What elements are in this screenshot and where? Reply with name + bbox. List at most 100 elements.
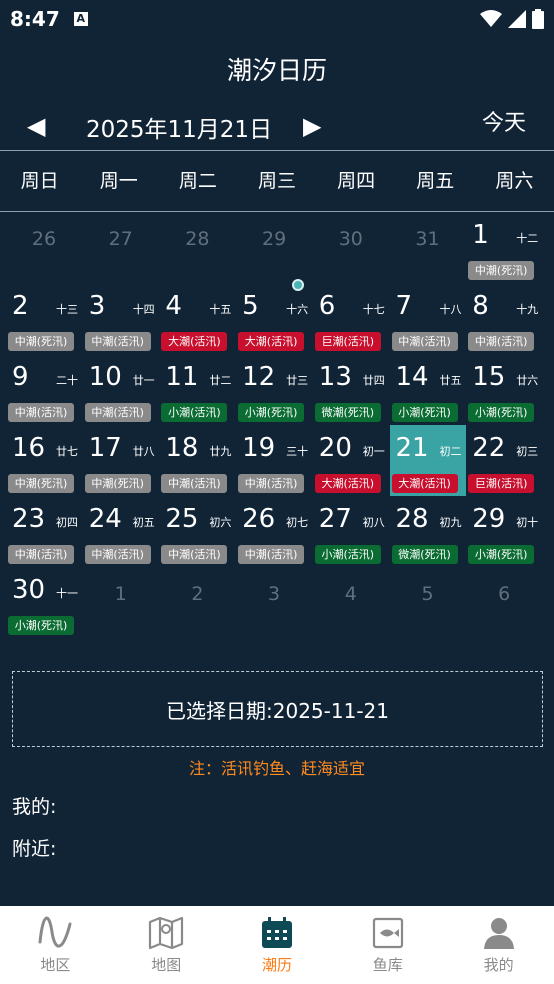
event-dot-icon	[292, 279, 305, 291]
bottom-tab-bar: 地区 地图 潮历 鱼库 我的	[0, 906, 554, 984]
calendar-day-other-month[interactable]: 27	[83, 212, 159, 283]
day-number: 27	[318, 504, 352, 534]
calendar-day[interactable]: 24 初五 中潮(活汛)	[83, 496, 159, 567]
signal-icon	[508, 10, 526, 28]
calendar-day-other-month[interactable]: 6	[466, 567, 542, 638]
day-number: 14	[395, 362, 429, 392]
tab-calendar[interactable]: 潮历	[222, 906, 333, 984]
prev-day-button[interactable]: ◀	[27, 112, 45, 140]
day-number: 22	[472, 433, 506, 463]
calendar-day[interactable]: 29 初十 小潮(死汛)	[466, 496, 542, 567]
calendar-day[interactable]: 15 廿六 小潮(死汛)	[466, 354, 542, 425]
calendar-day[interactable]: 30 十一 小潮(死汛)	[6, 567, 82, 638]
tide-badge: 大潮(活汛)	[314, 474, 381, 493]
calendar-day[interactable]: 10 廿一 中潮(活汛)	[83, 354, 159, 425]
calendar-day[interactable]: 27 初八 小潮(活汛)	[313, 496, 389, 567]
lunar-date: 十八	[439, 303, 462, 316]
calendar-grid: 26 27 28 29 30 31 1 十二 中潮(死汛) 2 十三 中潮(死汛) 3 十四 中潮(活汛) 4…	[0, 212, 554, 646]
lunar-date: 十九	[516, 303, 539, 316]
tide-badge: 中潮(死汛)	[8, 332, 74, 351]
lunar-date: 初七	[286, 516, 309, 529]
calendar-day[interactable]: 8 十九 中潮(活汛)	[466, 283, 542, 354]
calendar-day[interactable]: 9 二十 中潮(活汛)	[6, 354, 82, 425]
calendar-day[interactable]: 20 初一 大潮(活汛)	[313, 425, 389, 496]
calendar-day-other-month[interactable]: 31	[390, 212, 466, 283]
calendar-day-other-month[interactable]: 29	[236, 212, 312, 283]
calendar-day-other-month[interactable]: 1	[83, 567, 159, 638]
calendar-day[interactable]: 2 十三 中潮(死汛)	[6, 283, 82, 354]
tide-badge: 大潮(活汛)	[391, 474, 458, 493]
calendar-day[interactable]: 23 初四 中潮(活汛)	[6, 496, 82, 567]
lunar-date: 初三	[516, 445, 539, 458]
tab-mine[interactable]: 我的	[443, 906, 554, 984]
selected-date-box: 已选择日期:2025-11-21	[12, 671, 543, 747]
calendar-day[interactable]: 25 初六 中潮(活汛)	[159, 496, 235, 567]
calendar-day[interactable]: 18 廿九 中潮(活汛)	[159, 425, 235, 496]
day-number: 4	[165, 291, 182, 321]
day-number: 26	[242, 504, 276, 534]
calendar-day[interactable]: 28 初九 微潮(死汛)	[390, 496, 466, 567]
tide-badge: 中潮(活汛)	[8, 403, 74, 422]
lunar-date: 廿七	[56, 445, 78, 458]
calendar-day[interactable]: 5 十六 大潮(活汛)	[236, 279, 312, 354]
day-number: 10	[88, 362, 122, 392]
calendar-day-other-month[interactable]: 28	[159, 212, 235, 283]
day-number: 24	[88, 504, 122, 534]
day-number: 28	[185, 228, 210, 250]
date-navigator: ◀ 2025年11月21日 ▶ 今天	[0, 102, 554, 150]
lunar-date: 初一	[362, 445, 385, 458]
calendar-day[interactable]: 7 十八 中潮(活汛)	[390, 283, 466, 354]
calendar-day-other-month[interactable]: 4	[313, 567, 389, 638]
calendar-day[interactable]: 1 十二 中潮(死汛)	[466, 212, 542, 283]
day-number: 18	[165, 433, 199, 463]
tide-note: 注：活讯钓鱼、赶海适宜	[188, 759, 365, 778]
calendar-day-other-month[interactable]: 26	[6, 212, 82, 283]
day-number: 28	[395, 504, 429, 534]
tab-map[interactable]: 地图	[111, 906, 222, 984]
lunar-date: 二十	[56, 374, 78, 387]
calendar-day-selected[interactable]: 21 初二 大潮(活汛)	[389, 425, 466, 496]
tide-badge: 中潮(活汛)	[8, 545, 74, 564]
day-number: 3	[268, 583, 281, 605]
lunar-date: 十七	[362, 303, 385, 316]
tide-badge: 巨潮(活汛)	[314, 332, 381, 351]
day-number: 21	[395, 433, 429, 463]
weekday-label: 周四	[337, 170, 376, 192]
tide-badge: 中潮(活汛)	[238, 545, 305, 564]
nearby-section-label: 附近:	[12, 838, 57, 860]
calendar-day-other-month[interactable]: 3	[236, 567, 312, 638]
day-number: 27	[108, 228, 133, 250]
tab-label: 潮历	[261, 956, 292, 974]
calendar-day[interactable]: 16 廿七 中潮(死汛)	[6, 425, 82, 496]
day-number: 12	[242, 362, 276, 392]
calendar-day-other-month[interactable]: 5	[390, 567, 466, 638]
calendar-day[interactable]: 17 廿八 中潮(死汛)	[83, 425, 159, 496]
calendar-day[interactable]: 6 十七 巨潮(活汛)	[313, 283, 389, 354]
day-number: 1	[114, 583, 127, 605]
calendar-day[interactable]: 22 初三 巨潮(活汛)	[466, 425, 542, 496]
tide-badge: 中潮(活汛)	[84, 545, 151, 564]
calendar-day[interactable]: 12 廿三 小潮(死汛)	[236, 354, 312, 425]
tide-badge: 中潮(活汛)	[161, 474, 228, 493]
selected-date-text: 已选择日期:2025-11-21	[166, 698, 389, 723]
calendar-day-other-month[interactable]: 2	[159, 567, 235, 638]
day-number: 5	[242, 291, 259, 321]
tide-badge: 小潮(死汛)	[468, 545, 535, 564]
current-date: 2025年11月21日	[86, 117, 273, 143]
tab-region[interactable]: 地区	[0, 906, 111, 984]
calendar-day[interactable]: 14 廿五 小潮(死汛)	[390, 354, 466, 425]
calendar-day[interactable]: 19 三十 中潮(活汛)	[236, 425, 312, 496]
today-button[interactable]: 今天	[482, 105, 526, 137]
weekday-label: 周六	[495, 170, 534, 192]
calendar-day[interactable]: 11 廿二 小潮(活汛)	[159, 354, 235, 425]
weekday-label: 周三	[257, 170, 296, 192]
next-day-button[interactable]: ▶	[303, 112, 321, 140]
tab-fish-library[interactable]: 鱼库	[332, 906, 443, 984]
calendar-day[interactable]: 3 十四 中潮(活汛)	[83, 283, 159, 354]
calendar-day-other-month[interactable]: 30	[313, 212, 389, 283]
tide-badge: 小潮(死汛)	[238, 403, 305, 422]
calendar-day[interactable]: 26 初七中潮(活汛)	[236, 496, 312, 567]
day-number: 1	[472, 220, 489, 250]
calendar-day[interactable]: 13 廿四 微潮(死汛)	[313, 354, 389, 425]
calendar-day[interactable]: 4 十五 大潮(活汛)	[159, 283, 235, 354]
